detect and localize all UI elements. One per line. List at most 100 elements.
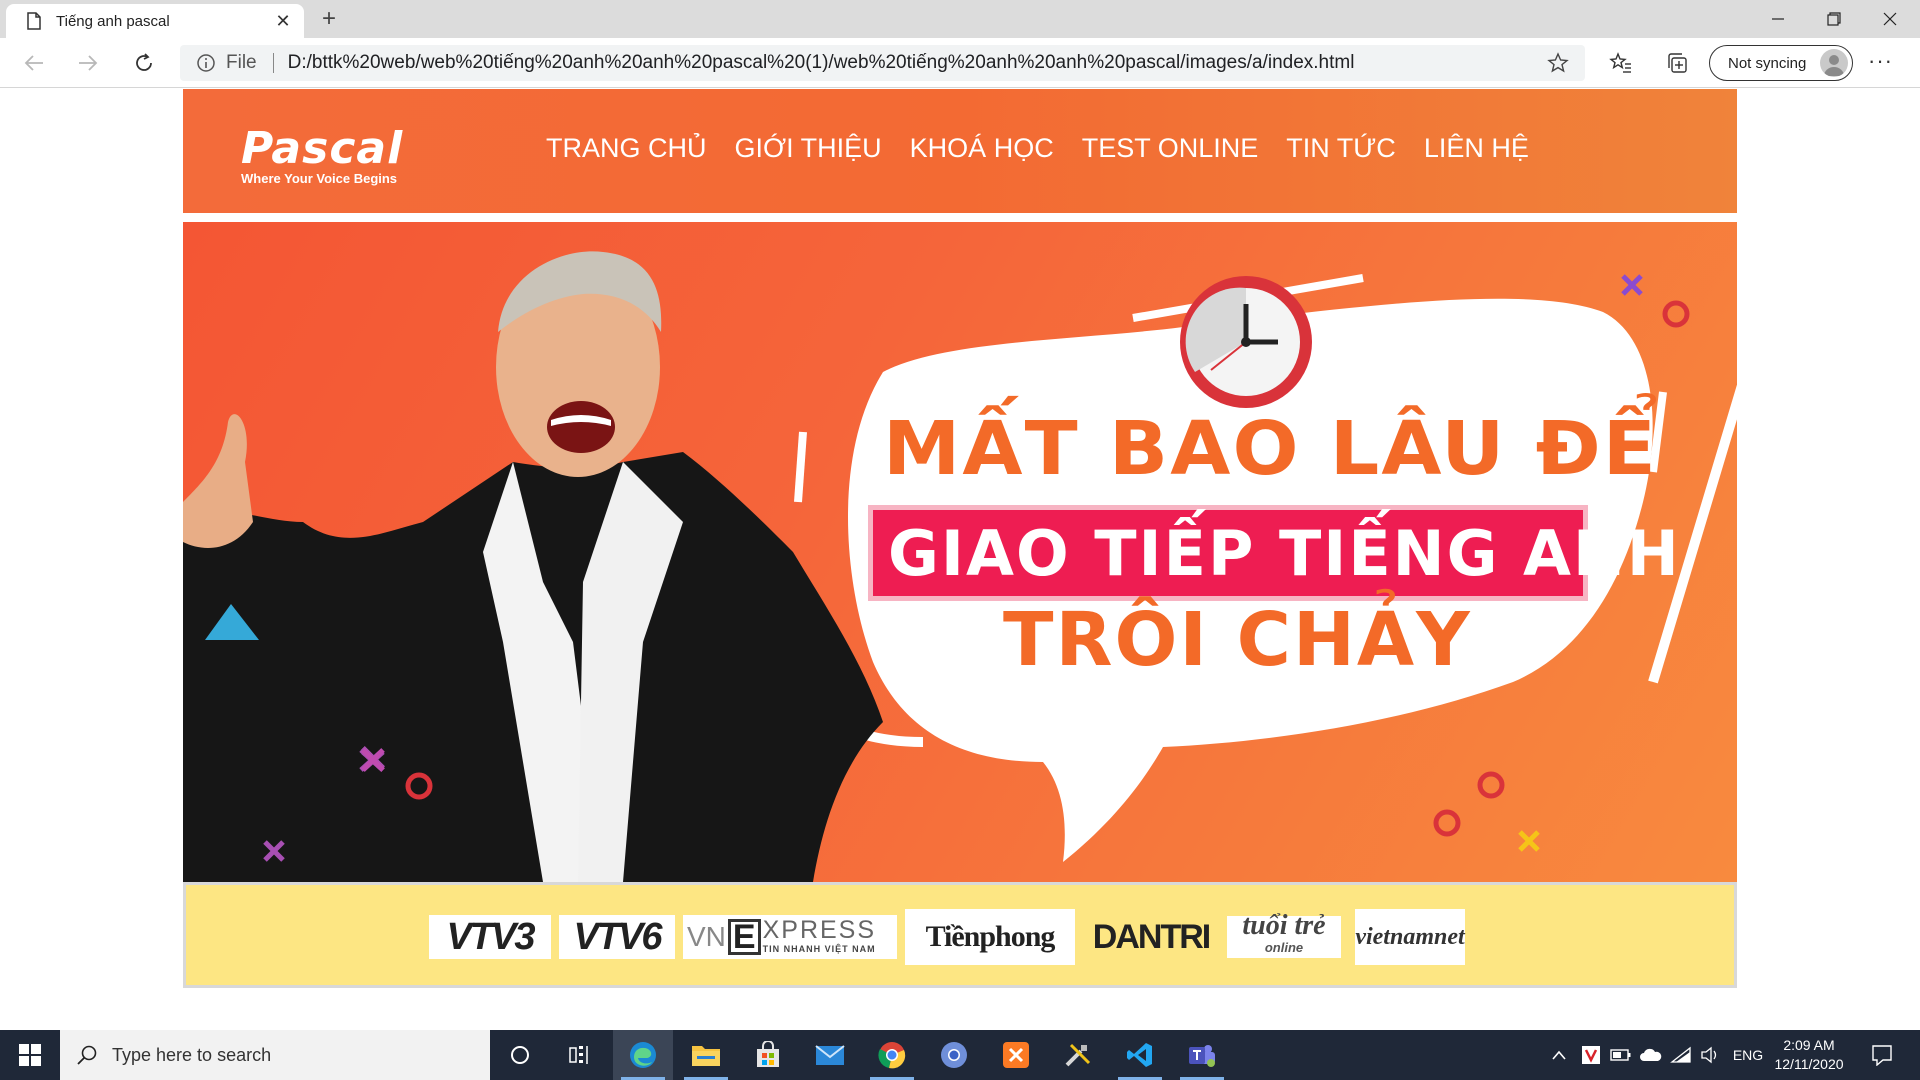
browser-tab[interactable]: Tiếng anh pascal ✕ [6,4,304,38]
tray-language[interactable]: ENG [1728,1030,1768,1080]
press-logo-tuoitre[interactable]: tuổi trẻ online [1227,910,1341,958]
address-scheme-label: File [226,52,257,73]
nav-tin-tuc[interactable]: TIN TỨC [1286,133,1396,164]
windows-taskbar: Type here to search ENG 2:09 AM 12/11/20… [0,1030,1920,1080]
press-logo-tienphong[interactable]: Tiềnphong [905,909,1075,965]
profile-sync-button[interactable]: Not syncing [1709,45,1853,81]
back-button[interactable] [16,46,52,80]
browser-tab-strip: Tiếng anh pascal ✕ + [0,0,1920,38]
restore-button[interactable] [1806,0,1862,38]
press-logos-strip: VTV3 VTV6 VN E XPRESS TIN NHANH VIỆT NAM… [183,882,1737,988]
vnexpress-word: XPRESS [762,916,877,944]
tray-onedrive[interactable] [1636,1030,1666,1080]
vnexpress-prefix: VN [687,921,726,952]
info-icon[interactable] [196,53,216,73]
page-icon [27,12,41,30]
tray-battery[interactable] [1606,1030,1636,1080]
vnexpress-e-mark: E [727,919,761,955]
cortana-circle-icon [511,1046,529,1064]
forward-arrow-icon [79,55,98,71]
press-logo-vtv6[interactable]: VTV6 [559,915,675,959]
nav-test-online[interactable]: TEST ONLINE [1082,133,1259,164]
cortana-button[interactable] [490,1030,550,1080]
chevron-up-icon [1552,1050,1566,1060]
taskbar-chromium[interactable] [924,1030,984,1080]
antivirus-shield-icon [1582,1046,1600,1064]
refresh-icon [136,53,152,71]
taskbar-search[interactable]: Type here to search [60,1030,490,1080]
mail-envelope-icon [815,1045,845,1065]
show-hidden-icons-button[interactable] [1546,1030,1572,1080]
chrome-browser-icon [878,1042,906,1069]
forward-button[interactable] [70,46,106,80]
streak-decoration [794,431,807,503]
collections-button[interactable] [1664,50,1690,76]
taskbar-tools[interactable] [1048,1030,1108,1080]
start-button[interactable] [0,1030,60,1080]
cross-decoration [1621,274,1643,296]
taskbar-mail[interactable] [800,1030,860,1080]
banner-headline-line2: GIAO TIẾP TIẾNG ANH [888,517,1681,590]
ring-decoration [1477,771,1505,799]
minimize-icon [1772,18,1784,20]
taskbar-xampp[interactable] [986,1030,1046,1080]
task-view-icon [569,1046,588,1064]
alarm-clock-icon [1180,276,1312,408]
chromium-browser-icon [941,1042,967,1068]
favorites-button[interactable] [1608,50,1634,76]
tray-volume[interactable] [1696,1030,1726,1080]
cloud-icon [1640,1048,1662,1061]
tuoitre-word: tuổi trẻ [1242,910,1326,941]
ring-decoration [1433,809,1461,837]
url-text[interactable]: D:/bttk%20web/web%20tiếng%20anh%20anh%20… [288,52,1547,74]
taskbar-teams[interactable] [1172,1030,1232,1080]
banner-headline-line1: MẤT BAO LÂU ĐỂ [883,406,1658,492]
tab-title: Tiếng anh pascal [56,12,170,30]
minimize-button[interactable] [1750,0,1806,38]
tray-antivirus[interactable] [1576,1030,1606,1080]
press-logo-vietnamnet[interactable]: vietnamnet [1355,909,1465,965]
nav-gioi-thieu[interactable]: GIỚI THIỆU [735,133,882,164]
xampp-icon [1003,1042,1029,1068]
close-window-button[interactable] [1862,0,1918,38]
settings-more-button[interactable]: ··· [1868,48,1893,74]
smiling-man-photo [183,251,883,882]
task-view-button[interactable] [550,1030,610,1080]
address-bar[interactable]: File D:/bttk%20web/web%20tiếng%20anh%20a… [180,45,1585,81]
vnexpress-subtitle: TIN NHANH VIỆT NAM [762,944,876,954]
pascal-logo[interactable]: Pascal Where Your Voice Begins [241,127,441,187]
tray-network[interactable] [1666,1030,1696,1080]
favorites-list-icon [1609,52,1631,73]
nav-khoa-hoc[interactable]: KHOÁ HỌC [910,133,1054,164]
taskbar-edge[interactable] [613,1030,673,1080]
ring-decoration [1662,300,1690,328]
edge-browser-icon [630,1042,656,1068]
logo-tagline: Where Your Voice Begins [241,171,398,186]
press-logo-dantri[interactable]: DANTRI [1083,915,1219,959]
taskbar-store[interactable] [738,1030,798,1080]
new-tab-button[interactable]: + [314,4,344,34]
nav-lien-he[interactable]: LIÊN HỆ [1424,133,1529,164]
clock-date: 12/11/2020 [1774,1056,1844,1072]
favorite-star-icon[interactable] [1547,52,1569,74]
notification-icon [1872,1045,1892,1066]
refresh-button[interactable] [126,46,162,80]
nav-trang-chu[interactable]: TRANG CHỦ [546,133,707,164]
action-center-button[interactable] [1862,1030,1902,1080]
press-logo-vnexpress[interactable]: VN E XPRESS TIN NHANH VIỆT NAM [683,915,897,959]
restore-icon [1827,12,1841,26]
taskbar-vscode[interactable] [1110,1030,1170,1080]
windows-logo-icon [19,1044,41,1066]
press-logo-vtv3[interactable]: VTV3 [429,915,551,959]
tools-icon [1065,1043,1091,1067]
clock-time: 2:09 AM [1783,1037,1835,1053]
taskbar-chrome[interactable] [862,1030,922,1080]
taskbar-clock[interactable]: 2:09 AM 12/11/2020 [1764,1036,1854,1074]
taskbar-file-explorer[interactable] [676,1030,736,1080]
folder-icon [692,1046,720,1066]
tab-close-icon[interactable]: ✕ [272,11,294,32]
banner-headline-line3: TRÔI CHẢY [1003,597,1472,683]
main-navigation: TRANG CHỦ GIỚI THIỆU KHOÁ HỌC TEST ONLIN… [546,133,1557,164]
profile-avatar-icon [1820,49,1848,77]
collections-icon [1668,53,1687,73]
